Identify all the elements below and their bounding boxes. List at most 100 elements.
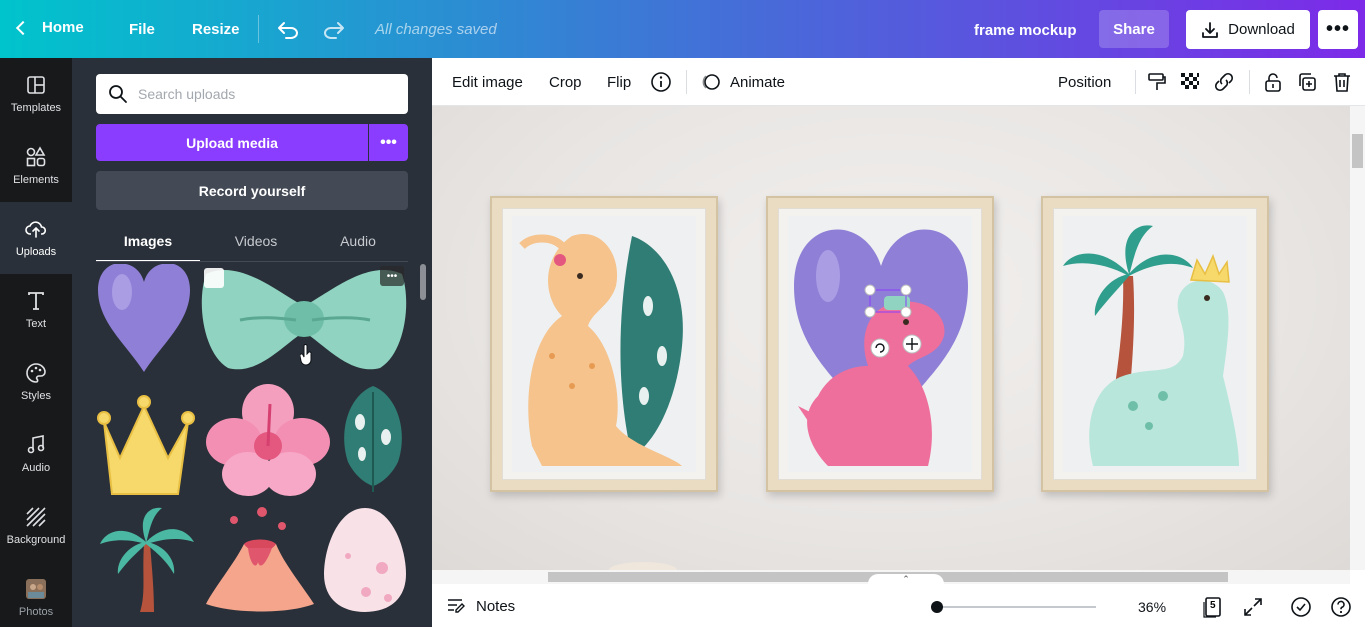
vertical-scrollbar[interactable] bbox=[1350, 106, 1365, 570]
background-pattern-icon bbox=[26, 507, 46, 527]
rail-item-templates[interactable]: Templates bbox=[0, 58, 72, 130]
search-input[interactable] bbox=[138, 86, 398, 102]
frame-2[interactable] bbox=[766, 196, 994, 492]
rail-item-photos[interactable]: Photos bbox=[0, 562, 72, 627]
link-icon[interactable] bbox=[1213, 71, 1235, 93]
toolbar-divider bbox=[1249, 70, 1250, 94]
rail-item-uploads[interactable]: Uploads bbox=[0, 202, 72, 274]
search-box[interactable] bbox=[96, 74, 408, 114]
upload-more-button[interactable]: ••• bbox=[369, 124, 408, 161]
tab-videos[interactable]: Videos bbox=[204, 230, 308, 262]
animate-button[interactable]: Animate bbox=[730, 74, 785, 91]
frame-3[interactable] bbox=[1041, 196, 1269, 492]
transparency-icon[interactable] bbox=[1179, 71, 1201, 93]
position-button[interactable]: Position bbox=[1058, 74, 1111, 91]
zoom-slider-handle[interactable] bbox=[931, 601, 943, 613]
panel-scrollbar[interactable] bbox=[420, 264, 426, 300]
help-icon[interactable] bbox=[1330, 596, 1352, 618]
page-count: 5 bbox=[1210, 600, 1216, 611]
trash-icon[interactable] bbox=[1331, 71, 1353, 93]
lock-icon[interactable] bbox=[1262, 71, 1284, 93]
rail-label: Elements bbox=[13, 174, 59, 186]
frame-art bbox=[1063, 216, 1247, 472]
file-menu-button[interactable]: File bbox=[129, 21, 155, 38]
zoom-level[interactable]: 36% bbox=[1138, 599, 1166, 615]
zoom-slider[interactable] bbox=[936, 606, 1096, 608]
page-count-button[interactable]: 5 bbox=[1202, 596, 1224, 618]
more-options-button[interactable]: ••• bbox=[1318, 10, 1358, 49]
uploads-panel: Upload media ••• Record yourself Images … bbox=[72, 58, 432, 627]
media-tabs: Images Videos Audio bbox=[96, 230, 408, 262]
fullscreen-icon[interactable] bbox=[1242, 596, 1264, 618]
chevron-left-icon bbox=[15, 20, 31, 36]
search-icon bbox=[109, 85, 127, 103]
undo-icon[interactable] bbox=[276, 18, 300, 40]
thumb-egg[interactable] bbox=[322, 504, 408, 614]
left-rail: Templates Elements Uploads Text Styles A… bbox=[0, 58, 72, 627]
rail-label: Uploads bbox=[15, 246, 57, 258]
rail-label: Text bbox=[25, 318, 47, 330]
flip-button[interactable]: Flip bbox=[607, 74, 631, 91]
record-yourself-button[interactable]: Record yourself bbox=[96, 171, 408, 210]
share-button[interactable]: Share bbox=[1099, 10, 1169, 48]
notes-button[interactable]: Notes bbox=[446, 597, 515, 615]
rail-label: Background bbox=[6, 534, 66, 546]
thumb-heart[interactable] bbox=[96, 264, 192, 374]
palette-icon bbox=[26, 363, 46, 383]
check-circle-icon[interactable] bbox=[1290, 596, 1312, 618]
hand-cursor-icon bbox=[300, 344, 312, 366]
partial-object bbox=[609, 562, 677, 570]
more-icon: ••• bbox=[380, 133, 397, 151]
rail-item-text[interactable]: Text bbox=[0, 274, 72, 346]
photos-icon bbox=[26, 579, 46, 599]
frame-art bbox=[512, 216, 696, 472]
thumb-leaf[interactable] bbox=[338, 382, 408, 500]
edit-image-button[interactable]: Edit image bbox=[452, 74, 523, 91]
scroll-thumb[interactable] bbox=[1352, 134, 1363, 168]
show-pages-button[interactable]: ⌃ bbox=[868, 574, 944, 588]
thumb-more-button[interactable]: ••• bbox=[380, 266, 404, 286]
tab-audio[interactable]: Audio bbox=[306, 230, 410, 262]
duplicate-icon[interactable] bbox=[1296, 71, 1318, 93]
upload-media-button[interactable]: Upload media bbox=[96, 124, 368, 161]
frame-1[interactable] bbox=[490, 196, 718, 492]
select-checkbox[interactable] bbox=[204, 268, 224, 288]
redo-icon[interactable] bbox=[322, 18, 346, 40]
rail-item-audio[interactable]: Audio bbox=[0, 418, 72, 490]
tabs-divider bbox=[96, 261, 408, 262]
top-bar: Home File Resize All changes saved frame… bbox=[0, 0, 1365, 58]
download-label: Download bbox=[1228, 21, 1295, 38]
rail-label: Photos bbox=[18, 606, 54, 618]
design-canvas[interactable] bbox=[432, 106, 1350, 570]
music-note-icon bbox=[27, 435, 45, 454]
thumb-palm-tree[interactable] bbox=[96, 504, 196, 614]
paint-roller-icon[interactable] bbox=[1146, 71, 1168, 93]
thumb-volcano[interactable] bbox=[204, 504, 316, 614]
home-label: Home bbox=[42, 19, 84, 36]
rail-item-elements[interactable]: Elements bbox=[0, 130, 72, 202]
green-dino-artwork bbox=[1063, 225, 1239, 466]
save-status: All changes saved bbox=[375, 21, 497, 38]
home-button[interactable]: Home bbox=[15, 19, 84, 36]
rail-item-background[interactable]: Background bbox=[0, 490, 72, 562]
uploads-grid: ••• bbox=[96, 264, 408, 627]
selection-box[interactable] bbox=[864, 284, 928, 364]
rail-label: Styles bbox=[21, 390, 51, 402]
info-icon[interactable] bbox=[650, 71, 672, 93]
thumb-crown[interactable] bbox=[96, 382, 196, 500]
resize-button[interactable]: Resize bbox=[192, 21, 240, 38]
download-icon bbox=[1202, 21, 1219, 38]
chevron-up-icon: ⌃ bbox=[902, 574, 910, 584]
toolbar-divider bbox=[1135, 70, 1136, 94]
rail-item-styles[interactable]: Styles bbox=[0, 346, 72, 418]
notes-label: Notes bbox=[476, 597, 516, 615]
animate-icon[interactable] bbox=[700, 71, 722, 93]
topbar-divider bbox=[258, 15, 259, 43]
thumb-flower[interactable] bbox=[204, 382, 332, 500]
crop-button[interactable]: Crop bbox=[549, 74, 582, 91]
tab-images[interactable]: Images bbox=[96, 230, 200, 262]
download-button[interactable]: Download bbox=[1186, 10, 1310, 49]
document-title[interactable]: frame mockup bbox=[974, 22, 1077, 39]
thumb-bow[interactable]: ••• bbox=[200, 264, 408, 374]
toolbar-divider bbox=[686, 70, 687, 94]
